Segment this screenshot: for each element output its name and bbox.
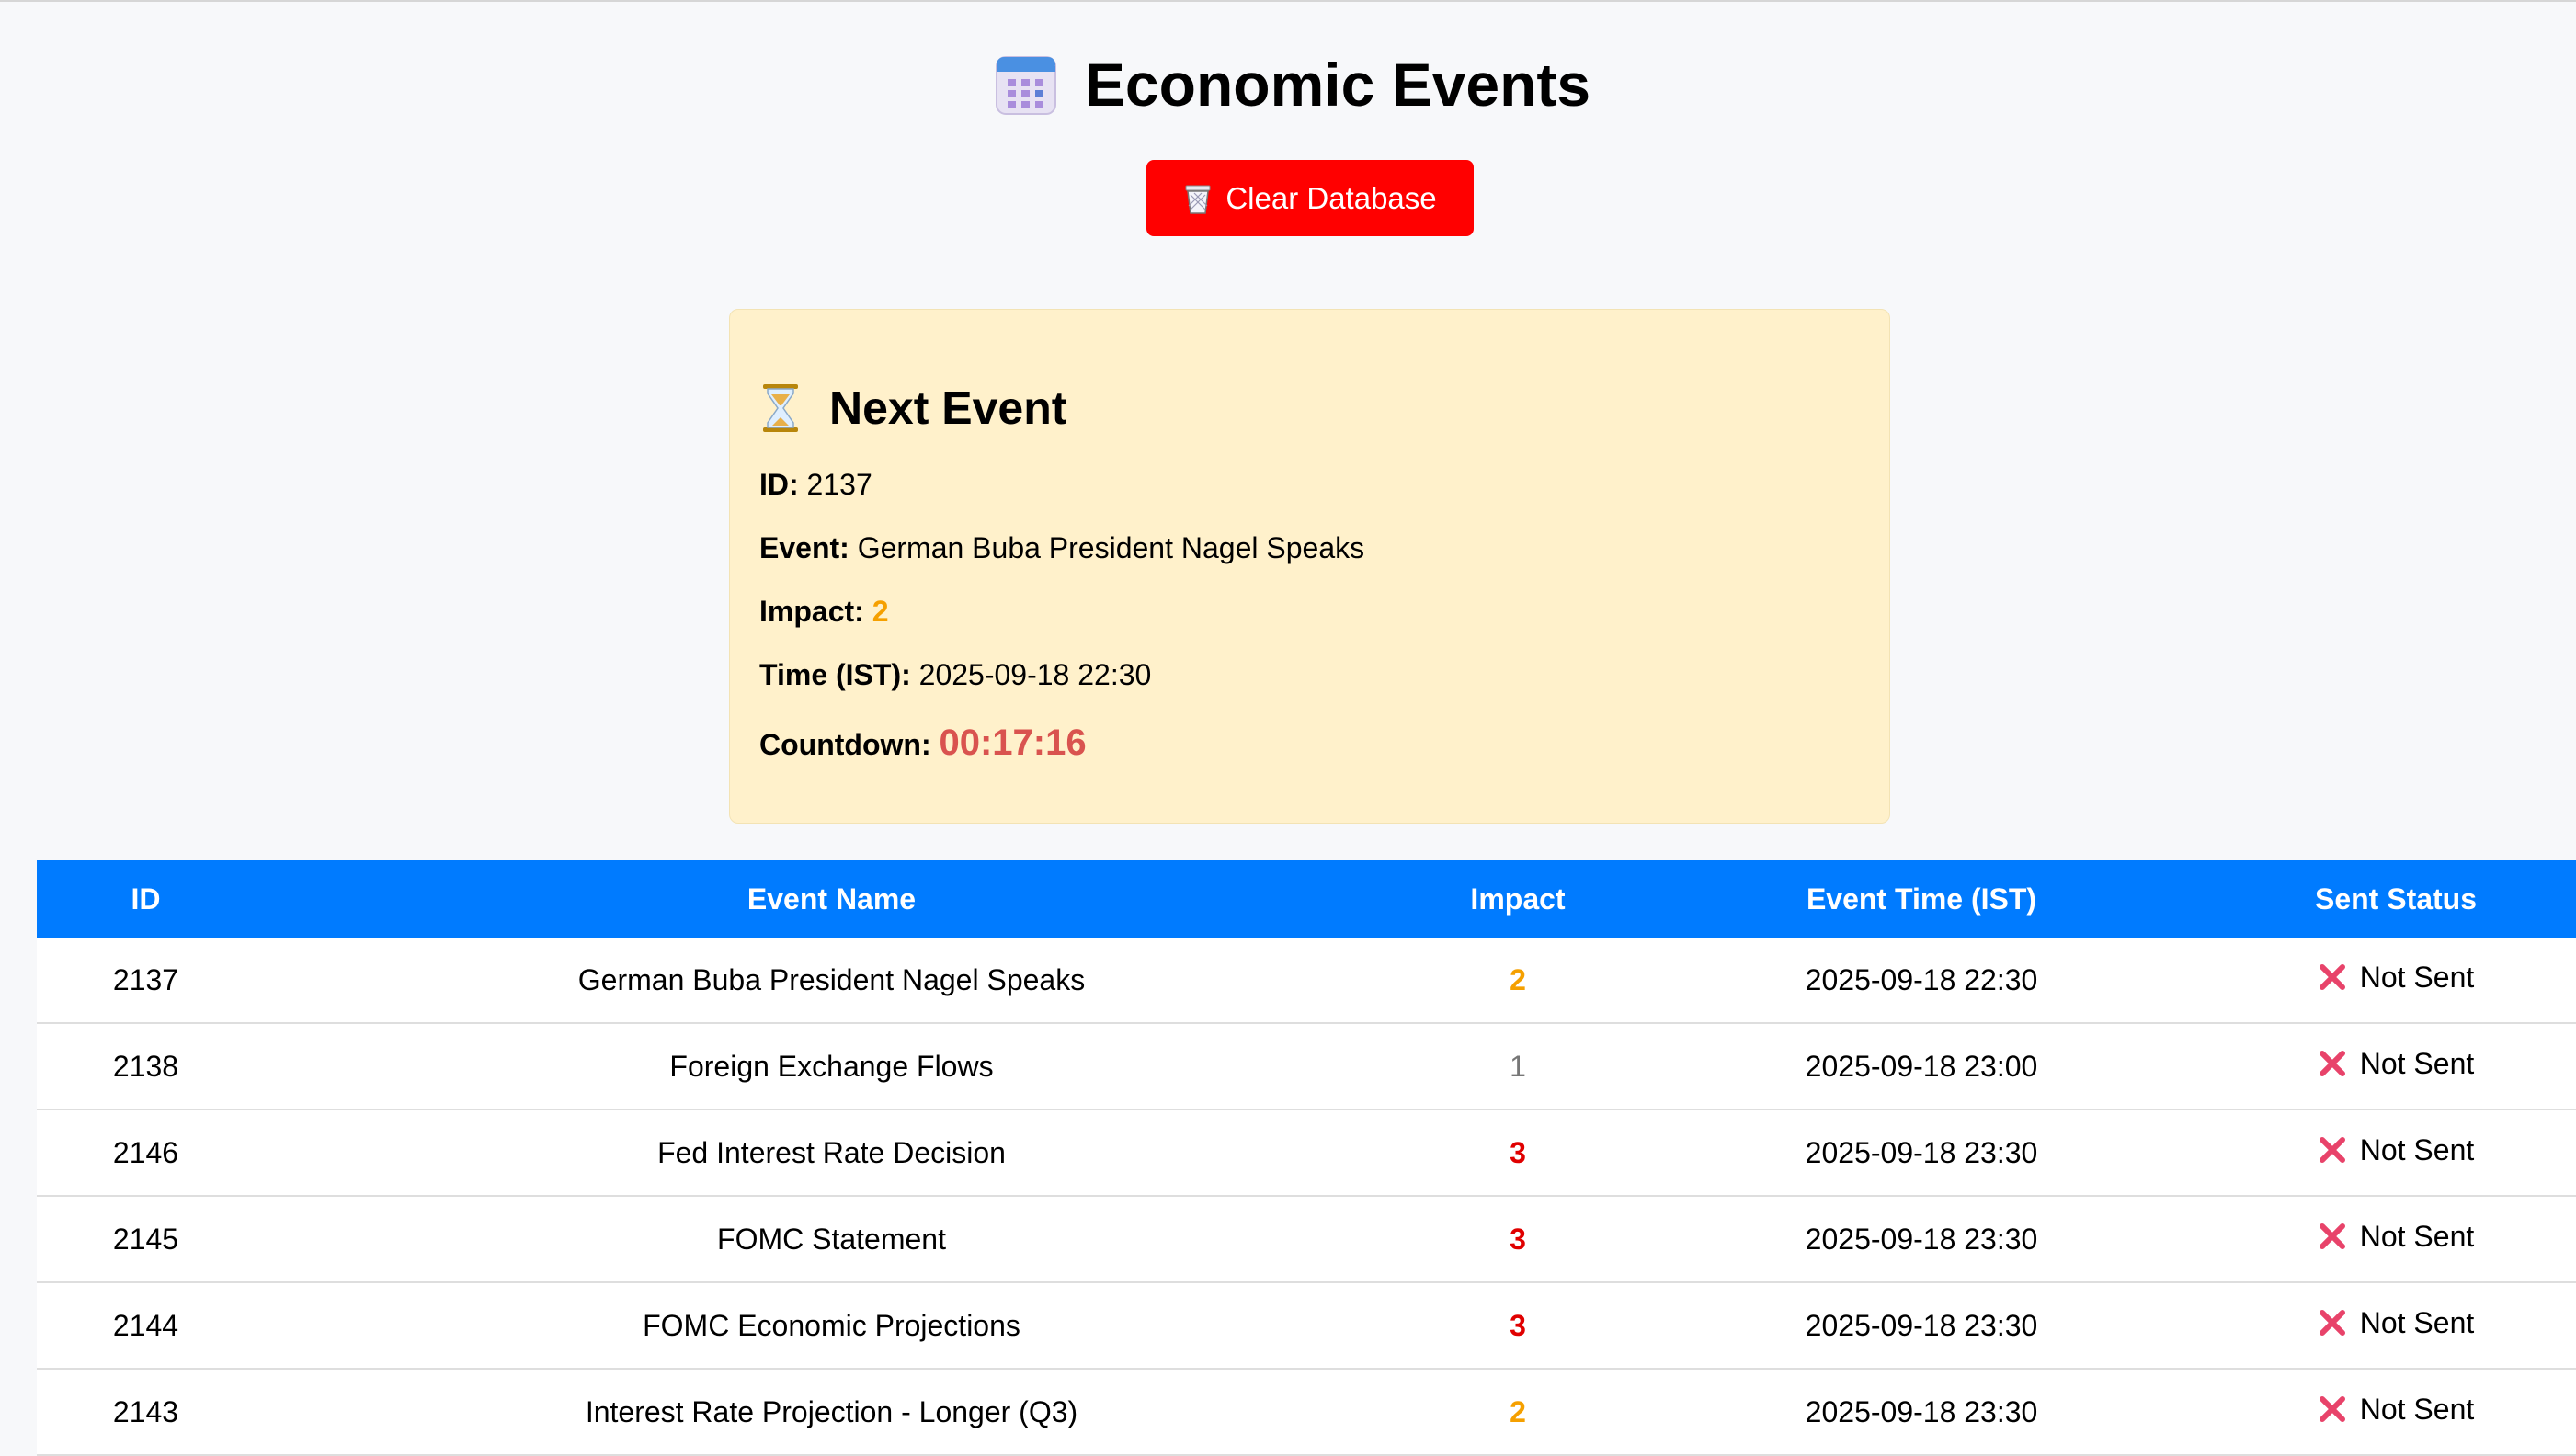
cell-event-time: 2025-09-18 23:30 xyxy=(1627,1109,2216,1197)
status-text: Not Sent xyxy=(2359,960,2475,994)
cell-event-name: FOMC Statement xyxy=(255,1196,1408,1283)
table-row[interactable]: 2138 Foreign Exchange Flows 1 2025-09-18… xyxy=(37,1023,2576,1110)
calendar-icon xyxy=(995,56,1056,115)
cell-sent-status: Not Sent xyxy=(2216,1369,2576,1456)
cell-sent-status: Not Sent xyxy=(2216,938,2576,1024)
cell-event-name: Foreign Exchange Flows xyxy=(255,1023,1408,1110)
status-badge: Not Sent xyxy=(2318,1132,2475,1167)
id-label: ID: xyxy=(759,468,799,501)
cell-sent-status: Not Sent xyxy=(2216,1282,2576,1370)
page-title: Economic Events xyxy=(1084,51,1591,119)
table-row[interactable]: 2146 Fed Interest Rate Decision 3 2025-0… xyxy=(37,1109,2576,1197)
cell-impact: 3 xyxy=(1408,1109,1627,1197)
status-text: Not Sent xyxy=(2359,1305,2475,1339)
cell-sent-status: Not Sent xyxy=(2216,1196,2576,1283)
next-event-title: Next Event xyxy=(829,382,1067,434)
cell-event-name: German Buba President Nagel Speaks xyxy=(255,938,1408,1024)
cross-mark-icon xyxy=(2319,1223,2345,1250)
column-header-id: ID xyxy=(131,882,161,916)
events-table: ID Event Name Impact Event Time (IST) Se… xyxy=(37,860,2576,1456)
column-header-event-name: Event Name xyxy=(747,882,917,916)
cell-impact: 2 xyxy=(1408,1369,1627,1456)
clear-database-label: Clear Database xyxy=(1225,180,1437,215)
cross-mark-icon xyxy=(2319,1137,2345,1164)
table-header-row: ID Event Name Impact Event Time (IST) Se… xyxy=(37,860,2576,938)
cell-impact: 3 xyxy=(1408,1282,1627,1370)
cell-id: 2146 xyxy=(37,1109,255,1197)
clear-database-button[interactable]: Clear Database xyxy=(1146,160,1474,236)
status-text: Not Sent xyxy=(2359,1046,2475,1080)
next-event-heading: Next Event xyxy=(759,381,1066,435)
cell-event-time: 2025-09-18 23:30 xyxy=(1627,1196,2216,1283)
cell-id: 2144 xyxy=(37,1282,255,1370)
cell-sent-status: Not Sent xyxy=(2216,1023,2576,1110)
status-badge: Not Sent xyxy=(2318,1046,2475,1081)
next-event-card: Next Event ID: 2137 Event: German Buba P… xyxy=(729,309,1890,824)
events-table-body: 2137 German Buba President Nagel Speaks … xyxy=(37,938,2576,1456)
impact-label: Impact: xyxy=(759,595,864,628)
cell-id: 2138 xyxy=(37,1023,255,1110)
cell-event-time: 2025-09-18 23:00 xyxy=(1627,1023,2216,1110)
cell-id: 2145 xyxy=(37,1196,255,1283)
status-text: Not Sent xyxy=(2359,1132,2475,1166)
next-event-time-row: Time (IST): 2025-09-18 22:30 xyxy=(759,658,1151,692)
cell-impact: 2 xyxy=(1408,938,1627,1024)
cell-impact: 1 xyxy=(1408,1023,1627,1110)
cell-id: 2143 xyxy=(37,1369,255,1456)
time-label: Time (IST): xyxy=(759,658,911,691)
next-event-name-row: Event: German Buba President Nagel Speak… xyxy=(759,531,1364,565)
event-value: German Buba President Nagel Speaks xyxy=(857,531,1365,564)
column-header-sent-status: Sent Status xyxy=(2314,882,2478,916)
column-header-event-time: Event Time (IST) xyxy=(1806,882,2037,916)
trash-icon xyxy=(1185,185,1211,214)
hourglass-icon xyxy=(763,384,798,432)
status-badge: Not Sent xyxy=(2318,960,2475,995)
next-event-impact-row: Impact: 2 xyxy=(759,595,888,629)
table-row[interactable]: 2143 Interest Rate Projection - Longer (… xyxy=(37,1369,2576,1456)
cross-mark-icon xyxy=(2319,1396,2345,1423)
status-badge: Not Sent xyxy=(2318,1305,2475,1340)
cell-event-time: 2025-09-18 22:30 xyxy=(1627,938,2216,1024)
id-value: 2137 xyxy=(806,468,872,501)
cell-event-name: FOMC Economic Projections xyxy=(255,1282,1408,1370)
status-badge: Not Sent xyxy=(2318,1219,2475,1254)
table-row[interactable]: 2145 FOMC Statement 3 2025-09-18 23:30 N… xyxy=(37,1196,2576,1283)
impact-value: 2 xyxy=(872,595,889,628)
countdown-label: Countdown: xyxy=(759,728,931,761)
table-row[interactable]: 2144 FOMC Economic Projections 3 2025-09… xyxy=(37,1282,2576,1370)
countdown-value: 00:17:16 xyxy=(939,722,1087,763)
cell-event-name: Interest Rate Projection - Longer (Q3) xyxy=(255,1369,1408,1456)
cell-impact: 3 xyxy=(1408,1196,1627,1283)
status-badge: Not Sent xyxy=(2318,1392,2475,1427)
cross-mark-icon xyxy=(2319,1310,2345,1337)
event-label: Event: xyxy=(759,531,849,564)
status-text: Not Sent xyxy=(2359,1219,2475,1253)
next-event-id-row: ID: 2137 xyxy=(759,468,872,502)
cell-sent-status: Not Sent xyxy=(2216,1109,2576,1197)
cross-mark-icon xyxy=(2319,964,2345,991)
cell-event-time: 2025-09-18 23:30 xyxy=(1627,1369,2216,1456)
status-text: Not Sent xyxy=(2359,1392,2475,1426)
cross-mark-icon xyxy=(2319,1051,2345,1077)
cell-event-name: Fed Interest Rate Decision xyxy=(255,1109,1408,1197)
page-header: Economic Events xyxy=(0,50,2576,119)
column-header-impact: Impact xyxy=(1470,882,1566,916)
table-row[interactable]: 2137 German Buba President Nagel Speaks … xyxy=(37,938,2576,1024)
next-event-countdown-row: Countdown: 00:17:16 xyxy=(759,722,1087,764)
cell-id: 2137 xyxy=(37,938,255,1024)
cell-event-time: 2025-09-18 23:30 xyxy=(1627,1282,2216,1370)
time-value: 2025-09-18 22:30 xyxy=(918,658,1152,691)
